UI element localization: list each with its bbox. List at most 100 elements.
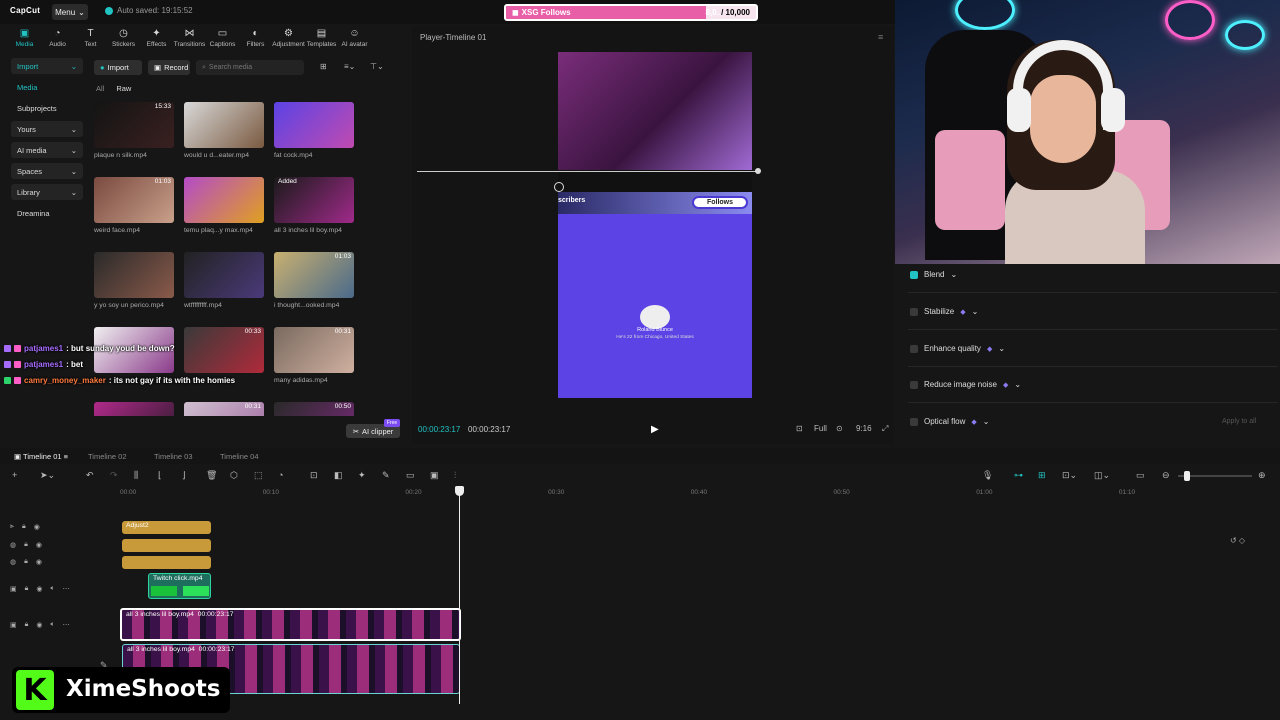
sidenav-item-spaces[interactable]: Spaces ⌄ bbox=[11, 163, 83, 179]
checkbox[interactable] bbox=[910, 270, 918, 279]
sidenav-item-ai-media[interactable]: AI media ⌄ bbox=[11, 142, 83, 158]
video-canvas[interactable]: scribers Follows Roland Blunce He's 22 f… bbox=[558, 52, 752, 398]
split-icon[interactable]: ⫼ bbox=[134, 470, 138, 481]
media-card[interactable]: Added all 3 inches lil boy.mp4 bbox=[274, 177, 354, 234]
media-card[interactable]: 01:03 i thought...ooked.mp4 bbox=[274, 252, 354, 309]
playhead[interactable] bbox=[459, 486, 460, 704]
media-thumbnail[interactable] bbox=[184, 177, 264, 223]
undo-icon[interactable]: ↶ bbox=[86, 470, 94, 481]
enhance-quality-option[interactable]: Enhance quality ◆ ⌄ bbox=[910, 344, 1005, 353]
delete-icon[interactable]: 🗑 bbox=[206, 470, 217, 481]
add-icon[interactable]: + bbox=[12, 470, 17, 480]
caption-icon[interactable]: ▭ bbox=[406, 470, 415, 481]
media-thumbnail[interactable]: 01:03 bbox=[274, 252, 354, 298]
tool-transitions[interactable]: ⋈ Transitions bbox=[173, 26, 206, 50]
tool-effects[interactable]: ✦ Effects bbox=[140, 26, 173, 50]
tab-timeline-01[interactable]: ▣ Timeline 01 ≡ bbox=[14, 452, 68, 461]
audio-wave-icon[interactable]: ⫶ bbox=[454, 470, 456, 481]
media-card[interactable]: y yo soy un perico.mp4 bbox=[94, 252, 174, 309]
media-card[interactable]: fat cock.mp4 bbox=[274, 102, 354, 159]
media-thumbnail[interactable]: 00:50 bbox=[274, 402, 354, 416]
selected-video-clip[interactable]: all 3 inches lil boy.mp4 00:00:23:17 bbox=[120, 608, 461, 641]
media-card[interactable]: 00:31 bbox=[184, 402, 264, 416]
checkbox[interactable] bbox=[910, 344, 918, 353]
tool-audio[interactable]: ◔ Audio bbox=[41, 26, 74, 50]
media-thumbnail[interactable] bbox=[184, 102, 264, 148]
media-thumbnail[interactable]: 00:31 bbox=[274, 327, 354, 373]
tool-filters[interactable]: ◐ Filters bbox=[239, 26, 272, 50]
media-thumbnail[interactable] bbox=[94, 402, 174, 416]
search-input[interactable]: ⌕ Search media bbox=[196, 60, 304, 75]
media-thumbnail[interactable]: 01:03 bbox=[94, 177, 174, 223]
media-thumbnail[interactable] bbox=[184, 252, 264, 298]
full-quality-button[interactable]: Full bbox=[814, 424, 827, 433]
sidenav-item-yours[interactable]: Yours ⌄ bbox=[11, 121, 83, 137]
adjustment-clip[interactable]: Adjust2 bbox=[122, 521, 211, 534]
media-card[interactable]: wtfffffffff.mp4 bbox=[184, 252, 264, 309]
fullscreen-icon[interactable]: ⤢ bbox=[882, 424, 888, 434]
microphone-icon[interactable]: 🎙 bbox=[982, 470, 993, 481]
redo-icon[interactable]: ↷ bbox=[110, 470, 118, 481]
optical-flow-option[interactable]: Optical flow ◆ ⌄ bbox=[910, 417, 989, 426]
zoom-out-icon[interactable]: ⊖ bbox=[1162, 470, 1170, 481]
link-icon[interactable]: ⊶ bbox=[1014, 470, 1023, 481]
play-icon[interactable]: ▶ bbox=[651, 424, 659, 435]
tool-text[interactable]: T Text bbox=[74, 26, 107, 50]
sort-icon[interactable]: ≡⌄ bbox=[344, 62, 355, 71]
stabilize-option[interactable]: Stabilize ◆ ⌄ bbox=[910, 307, 978, 316]
checkbox[interactable] bbox=[910, 417, 918, 426]
zoom-slider-handle[interactable] bbox=[1184, 471, 1190, 481]
checkbox[interactable] bbox=[910, 380, 918, 389]
auto-cut-icon[interactable]: ✦ bbox=[358, 470, 366, 481]
media-thumbnail[interactable] bbox=[274, 102, 354, 148]
media-card[interactable]: temu plaq...y max.mp4 bbox=[184, 177, 264, 234]
media-card[interactable]: 00:50 bbox=[274, 402, 354, 416]
tool-stickers[interactable]: ◷ Stickers bbox=[107, 26, 140, 50]
checkbox[interactable] bbox=[910, 307, 918, 316]
tab-timeline-04[interactable]: Timeline 04 bbox=[220, 452, 259, 461]
mirror-icon[interactable]: ◧ bbox=[334, 470, 343, 481]
media-thumbnail[interactable] bbox=[94, 252, 174, 298]
rotate-icon[interactable] bbox=[554, 182, 564, 192]
sidenav-item-import[interactable]: Import ⌄ bbox=[11, 58, 83, 74]
record-button[interactable]: ▣ Record bbox=[148, 60, 190, 75]
media-thumbnail[interactable]: 15:33 bbox=[94, 102, 174, 148]
speed-icon[interactable]: ◔ bbox=[278, 470, 283, 480]
filter-raw[interactable]: Raw bbox=[116, 84, 131, 93]
import-button[interactable]: ● Import bbox=[94, 60, 142, 75]
effect-clip[interactable] bbox=[122, 556, 211, 569]
media-card[interactable]: 01:03 weird face.mp4 bbox=[94, 177, 174, 234]
tool-captions[interactable]: ▭ Captions bbox=[206, 26, 239, 50]
sidenav-item-library[interactable]: Library ⌄ bbox=[11, 184, 83, 200]
media-thumbnail[interactable]: 00:31 bbox=[184, 402, 264, 416]
preview-axis-icon[interactable]: ◫⌄ bbox=[1094, 470, 1110, 481]
caption-track-icon[interactable]: ▭ bbox=[1136, 470, 1145, 481]
filter-all[interactable]: All bbox=[96, 84, 104, 93]
snap-icon[interactable]: ⊞ bbox=[1038, 470, 1046, 481]
select-tool-icon[interactable]: ➤⌄ bbox=[40, 470, 55, 481]
player-menu-icon[interactable]: ≡ bbox=[878, 32, 883, 42]
camera-icon[interactable]: ⊡ bbox=[796, 424, 803, 433]
grid-view-icon[interactable]: ⊞ bbox=[320, 62, 327, 71]
media-thumbnail[interactable]: 00:33 bbox=[184, 327, 264, 373]
reduce-noise-option[interactable]: Reduce image noise ◆ ⌄ bbox=[910, 380, 1021, 389]
sidenav-item-subprojects[interactable]: Subprojects bbox=[11, 100, 83, 116]
magic-icon[interactable]: ✎ bbox=[382, 470, 390, 481]
playhead-handle[interactable] bbox=[455, 486, 464, 496]
twitch-clip[interactable]: Twitch click.mp4 bbox=[148, 573, 211, 599]
media-card[interactable]: 00:31 many adidas.mp4 bbox=[274, 327, 354, 384]
tool-media[interactable]: ▣ Media bbox=[8, 26, 41, 50]
split-left-icon[interactable]: ⌊ bbox=[158, 470, 162, 481]
crop-icon[interactable]: ⬚ bbox=[254, 470, 263, 481]
crop-guide-line[interactable] bbox=[417, 171, 759, 172]
sidenav-item-dreamina[interactable]: Dreamina bbox=[11, 205, 83, 221]
screenshot-icon[interactable]: ⊙ bbox=[836, 424, 843, 433]
apply-to-all-button[interactable]: Apply to all bbox=[1222, 418, 1256, 425]
filter-icon[interactable]: ⊤⌄ bbox=[370, 62, 384, 71]
effect-clip[interactable] bbox=[122, 539, 211, 552]
media-card[interactable]: 00:33 bbox=[184, 327, 264, 377]
zoom-in-icon[interactable]: ⊕ bbox=[1258, 470, 1266, 481]
freeze-icon[interactable]: ⊡ bbox=[310, 470, 318, 481]
media-card[interactable]: would u d...eater.mp4 bbox=[184, 102, 264, 159]
menu-button[interactable]: Menu ⌄ bbox=[52, 4, 88, 20]
